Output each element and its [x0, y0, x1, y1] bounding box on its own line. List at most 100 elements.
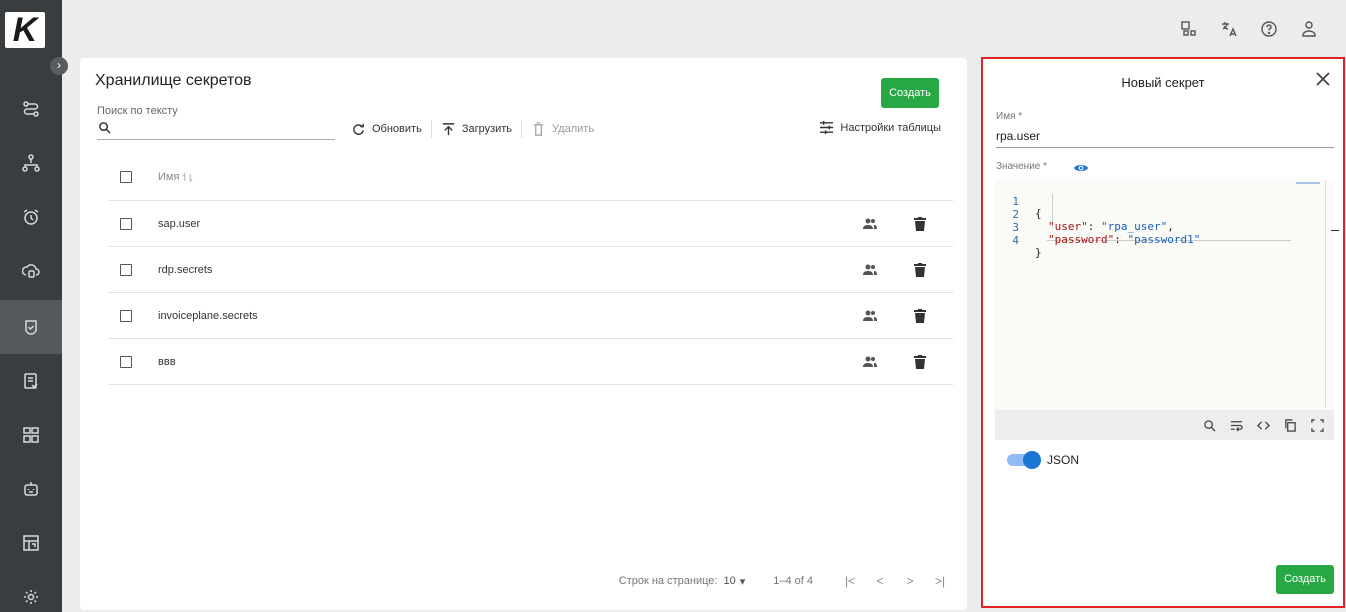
sidebar-item-secrets[interactable]: [0, 300, 62, 354]
fullscreen-icon[interactable]: [1311, 418, 1324, 432]
user-icon[interactable]: [1300, 20, 1318, 38]
row-checkbox[interactable]: [120, 355, 132, 368]
table-row[interactable]: sap.user: [108, 201, 953, 247]
sidebar-expand-button[interactable]: ›: [50, 57, 68, 75]
sidebar: K ›: [0, 0, 68, 612]
json-end: ,: [1167, 220, 1174, 233]
table-header: Имя: [108, 154, 953, 201]
value-field-label: Значение *: [996, 161, 1048, 172]
next-page-button[interactable]: >: [899, 574, 921, 588]
wrap-icon[interactable]: [1230, 419, 1243, 432]
row-name: rdp.secrets: [158, 263, 213, 276]
code-line: 1 {: [995, 184, 1041, 220]
sidebar-item-widgets[interactable]: [0, 408, 62, 462]
select-all-checkbox[interactable]: [120, 171, 132, 183]
table-row[interactable]: invoiceplane.secrets: [108, 293, 953, 339]
code-text: }: [1035, 246, 1042, 259]
row-name: sap.user: [158, 217, 201, 230]
rows-per-page: Строк на странице: 10 ▾: [619, 575, 745, 588]
first-page-button[interactable]: |<: [839, 574, 861, 588]
editor-scrollbar[interactable]: [1325, 180, 1326, 408]
copy-icon[interactable]: [1284, 418, 1297, 432]
permissions-button[interactable]: [862, 354, 878, 370]
overview-ruler-mark: [1331, 230, 1339, 231]
code-text: {: [1035, 207, 1042, 220]
permissions-button[interactable]: [862, 308, 878, 324]
sidebar-item-settings[interactable]: [0, 570, 62, 612]
json-toggle[interactable]: [1007, 451, 1041, 469]
sidebar-item-robots[interactable]: [0, 462, 62, 516]
search-icon[interactable]: [1203, 419, 1216, 432]
row-name: invoiceplane.secrets: [158, 309, 258, 322]
list-check-icon: [24, 373, 38, 389]
upload-button[interactable]: Загрузить: [432, 122, 521, 137]
trash-icon: [914, 354, 926, 369]
sidebar-item-tasks[interactable]: [0, 354, 62, 408]
table-settings-label: Настройки таблицы: [840, 121, 941, 134]
panel-create-button[interactable]: Создать: [1276, 565, 1334, 594]
panel-title: Новый секрет: [1121, 75, 1205, 90]
show-value-button[interactable]: [1074, 161, 1088, 173]
json-sep: :: [1114, 233, 1128, 246]
help-icon[interactable]: [1260, 20, 1278, 38]
table-settings-button[interactable]: Настройки таблицы: [819, 120, 941, 135]
json-key: "password": [1048, 233, 1115, 246]
calendar-table-icon: [23, 535, 39, 551]
delete-row-button[interactable]: [914, 262, 926, 277]
json-value: "password1": [1127, 233, 1201, 246]
table-row[interactable]: rdp.secrets: [108, 247, 953, 293]
refresh-button[interactable]: Обновить: [342, 122, 431, 137]
users-icon: [863, 264, 877, 275]
delete-row-button[interactable]: [914, 354, 926, 369]
json-toggle-label: JSON: [1047, 453, 1080, 467]
row-checkbox[interactable]: [120, 309, 132, 322]
editor-minimap[interactable]: [1296, 182, 1320, 184]
create-button[interactable]: Создать: [881, 78, 939, 108]
row-checkbox[interactable]: [120, 217, 132, 230]
secrets-table: Имя sap.user rdp.secrets invoiceplane.se…: [108, 154, 953, 385]
trash-icon: [914, 262, 926, 277]
sidebar-item-schedule[interactable]: [0, 190, 62, 244]
pagination: Строк на странице: 10 ▾ 1–4 of 4 |< < > …: [619, 574, 951, 588]
sort-icon: [182, 171, 193, 183]
cloud-database-icon: [22, 264, 40, 278]
page-title: Хранилище секретов: [95, 72, 252, 89]
delete-label: Удалить: [552, 123, 595, 135]
code-icon[interactable]: [1257, 419, 1270, 432]
delete-row-button[interactable]: [914, 308, 926, 323]
table-row[interactable]: ввв: [108, 339, 953, 385]
row-checkbox[interactable]: [120, 263, 132, 276]
trash-outline-icon: [533, 121, 544, 136]
refresh-icon: [353, 123, 364, 135]
json-editor[interactable]: 1 { 2 "user": "rpa_user", 3 "password": …: [995, 180, 1339, 410]
delete-button[interactable]: Удалить: [522, 121, 603, 137]
apps-icon[interactable]: [1180, 20, 1198, 38]
robot-icon: [24, 482, 38, 496]
sidebar-item-cloud[interactable]: [0, 244, 62, 298]
delete-row-button[interactable]: [914, 216, 926, 231]
json-key: "user": [1048, 220, 1088, 233]
search-input[interactable]: [97, 118, 335, 140]
close-button[interactable]: [1315, 71, 1331, 87]
permissions-button[interactable]: [862, 216, 878, 232]
rows-per-page-select[interactable]: 10 ▾: [723, 575, 745, 588]
sidebar-item-calendar[interactable]: [0, 516, 62, 570]
eye-icon: [1074, 165, 1088, 171]
prev-page-button[interactable]: <: [869, 574, 891, 588]
sidebar-item-routes[interactable]: [0, 82, 62, 136]
sidebar-item-hierarchy[interactable]: [0, 136, 62, 190]
alarm-clock-icon: [23, 209, 39, 225]
upload-label: Загрузить: [461, 123, 513, 135]
rows-per-page-value: 10: [723, 575, 736, 587]
column-header-name[interactable]: Имя: [158, 171, 193, 183]
caret-down-icon: ▾: [739, 575, 746, 588]
app-logo: K: [5, 12, 45, 48]
name-field[interactable]: rpa.user: [996, 129, 1040, 143]
translate-icon[interactable]: [1220, 20, 1238, 38]
code-line: 3 "password": "password1": [995, 210, 1200, 246]
permissions-button[interactable]: [862, 262, 878, 278]
json-sep: :: [1087, 220, 1101, 233]
toggle-knob: [1023, 451, 1041, 469]
code-line: 4 }: [995, 223, 1041, 259]
last-page-button[interactable]: >|: [929, 574, 951, 588]
